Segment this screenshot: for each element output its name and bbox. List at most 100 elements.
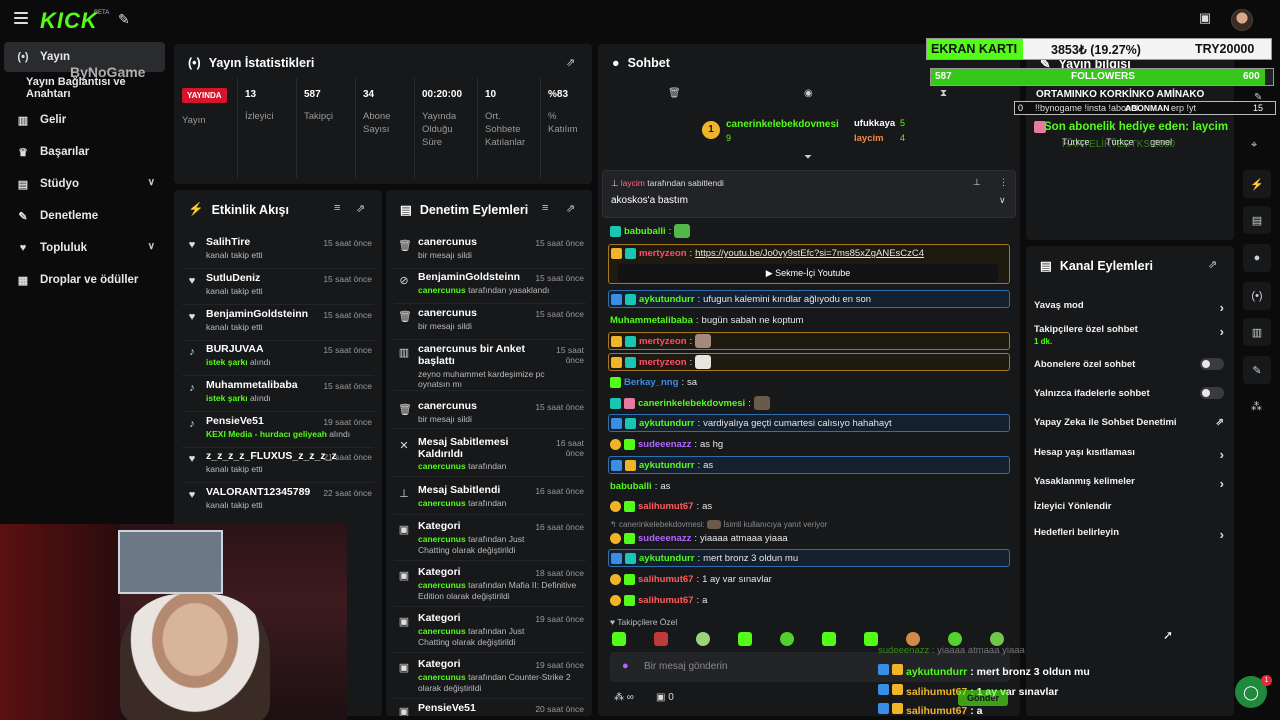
tv-icon[interactable]: ▣ (1196, 10, 1214, 28)
community-icon[interactable]: ⁂ (1251, 400, 1262, 413)
chat-message[interactable]: mertyzeon: (608, 332, 1010, 350)
chat-message[interactable]: babuballi: (608, 222, 1010, 240)
list-item[interactable]: ⊥ Mesaj Sabitlendi canercunus tarafından… (394, 482, 590, 514)
chat-message[interactable]: salihumut67: as (608, 497, 1010, 515)
subscribers-only-action[interactable]: Abonelere özel sohbet (1034, 358, 1224, 370)
popout-icon[interactable]: ⇗ (566, 202, 580, 216)
pin-icon[interactable]: ⊥ (973, 177, 981, 188)
chat-message[interactable]: salihumut67: a (608, 591, 1010, 609)
list-item[interactable]: ⊘ BenjaminGoldsteinn canercunus tarafınd… (394, 269, 590, 301)
banned-words-action[interactable]: Yasaklanmış kelimeler › (1034, 476, 1224, 491)
list-icon[interactable]: ▥ (1243, 318, 1271, 346)
emote-icon[interactable] (780, 632, 794, 646)
chat-message[interactable]: aykutundurr: vardiyalıya geçti cumartesi… (608, 414, 1010, 432)
list-item[interactable]: ▣ Kategori canercunus tarafından Mafia I… (394, 564, 590, 608)
hourglass-icon[interactable]: ⧗ (940, 88, 947, 99)
collapse-icon[interactable]: ⏷ (804, 152, 812, 163)
youtube-embed-button[interactable]: ▶ Sekme-İçi Youtube (618, 264, 998, 282)
emote-icon[interactable] (738, 632, 752, 646)
emote-icon[interactable] (696, 632, 710, 646)
sidebar-item-topluluk[interactable]: ♥ Topluluk ∨ (4, 233, 165, 263)
list-item[interactable]: ♪ PensieVe51 KEXI Media - hurdacı geliye… (182, 413, 378, 445)
chat-link[interactable]: https://youtu.be/Jo0vy9stEfc?si=7ms85xZg… (695, 248, 924, 259)
chat-message[interactable]: sudeeenazz: as hg (608, 435, 1010, 453)
list-item[interactable]: ▣ Kategori canercunus tarafından Counter… (394, 656, 590, 700)
chevron-down-icon[interactable]: ∨ (999, 195, 1006, 206)
popout-icon[interactable]: ⇗ (566, 56, 580, 70)
chat-message[interactable]: sudeeenazz: yiaaaa atmaaa yiaaa (608, 529, 1010, 547)
list-item[interactable]: ▥ canercunus bir Anket başlattı zeyno mu… (394, 341, 590, 389)
list-item[interactable]: ▣ Kategori canercunus tarafından Just Ch… (394, 610, 590, 654)
followers-only-action[interactable]: Takipçilere özel sohbet 1 dk. › (1034, 324, 1224, 346)
edit-icon[interactable]: ✎ (1254, 92, 1262, 103)
chat-message[interactable]: aykutundurr: as (608, 456, 1010, 474)
account-age-action[interactable]: Hesap yaşı kısıtlaması › (1034, 447, 1224, 462)
emote-icon[interactable] (948, 632, 962, 646)
pinned-message[interactable]: ⊥ laycim tarafından sabitlendi akoskos'a… (602, 170, 1016, 218)
community-icon[interactable]: ⁂ ∞ (614, 692, 634, 703)
chat-message[interactable]: aykutundurr: mert bronz 3 oldun mu (608, 549, 1010, 567)
emotes-only-action[interactable]: Yalnızca ifadelerle sohbet (1034, 387, 1224, 399)
menu-icon[interactable] (14, 12, 28, 24)
emote-icon[interactable] (612, 632, 626, 646)
list-item[interactable]: ♥ SalihTire kanalı takip etti 15 saat ön… (182, 234, 378, 266)
raid-action[interactable]: İzleyici Yönlendir (1034, 501, 1224, 512)
list-item[interactable]: ✕ Mesaj Sabitlemesi Kaldırıldı canercunu… (394, 434, 590, 474)
chat-bubble-icon[interactable]: ◉ (804, 88, 813, 99)
trash-icon[interactable]: 🗑 (668, 88, 681, 99)
list-item[interactable]: ▣ Kategori canercunus tarafından Just Ch… (394, 518, 590, 562)
list-item[interactable]: 🗑 canercunus bir mesajı sildi 15 saat ön… (394, 305, 590, 337)
points-display[interactable]: ▣ 0 (656, 692, 674, 703)
list-item[interactable]: ♪ BURJUVAA istek şarkı alındı 15 saat ön… (182, 341, 378, 373)
list-item[interactable]: ♥ SutluDeniz kanalı takip etti 15 saat ö… (182, 270, 378, 302)
chat-message[interactable]: mertyzeon: (608, 353, 1010, 371)
document-icon[interactable]: ▤ (1243, 206, 1271, 234)
chat-message[interactable]: canerinkelebekdovmesi: (608, 394, 1010, 412)
kick-logo[interactable]: KICK (40, 8, 98, 34)
list-item[interactable]: ▣ PensieVe51 20 saat önce (394, 700, 590, 716)
list-item[interactable]: ♪ Muhammetalibaba istek şarkı alındı 15 … (182, 377, 378, 409)
popout-icon[interactable]: ⇗ (356, 202, 370, 216)
list-item[interactable]: ♥ z_z_z_z_FLUXUS_z_z_z_z kanalı takip et… (182, 448, 378, 480)
emote-icon[interactable] (906, 632, 920, 646)
sidebar-item-gelir[interactable]: ▥ Gelir (4, 105, 165, 135)
more-icon[interactable]: ⋮ (999, 177, 1008, 188)
sidebar-item-droplar[interactable]: ▦ Droplar ve ödüller (4, 265, 165, 295)
chat-message[interactable]: Muhammetalibaba: bugün sabah ne koptum (608, 311, 1010, 329)
filter-icon[interactable]: ≡ (542, 202, 556, 216)
user-avatar[interactable] (1231, 9, 1253, 31)
list-item[interactable]: 🗑 canercunus bir mesajı sildi 15 saat ön… (394, 234, 590, 266)
tools-icon[interactable]: ✎ (118, 11, 134, 27)
chat-icon[interactable]: ● (1243, 244, 1271, 272)
item-time: 15 saat önce (535, 309, 584, 319)
target-icon[interactable]: ⌖ (1251, 139, 1257, 152)
chat-message[interactable]: babuballi: as (608, 477, 1010, 495)
chat-message[interactable]: salihumut67: 1 ay var sınavlar (608, 570, 1010, 588)
sidebar-item-denetleme[interactable]: ✎ Denetleme (4, 201, 165, 231)
list-item[interactable]: ♥ BenjaminGoldsteinn kanalı takip etti 1… (182, 306, 378, 338)
bolt-icon[interactable]: ⚡ (1243, 170, 1271, 198)
popout-icon[interactable]: ⇗ (1208, 258, 1222, 272)
list-item[interactable]: ♥ VALORANT12345789 kanalı takip etti 22 … (182, 484, 378, 516)
chat-message[interactable]: aykutundurr: ufugun kalemini kırıdlar ağ… (608, 290, 1010, 308)
sidebar-item-basarilar[interactable]: ♛ Başarılar (4, 137, 165, 167)
panel-title: ⚡ Etkinlik Akışı (188, 202, 289, 217)
item-sub: bir mesajı sildi (418, 321, 472, 331)
send-button[interactable]: Gönder (958, 690, 1008, 706)
chat-message[interactable]: Berkay_nng: sa (608, 373, 1010, 391)
emote-icon[interactable] (864, 632, 878, 646)
list-item[interactable]: 🗑 canercunus bir mesajı sildi 15 saat ön… (394, 398, 590, 430)
toggle[interactable] (1200, 387, 1224, 399)
sidebar-item-studyo[interactable]: ▤ Stüdyo ∨ (4, 169, 165, 199)
filter-icon[interactable]: ≡ (334, 202, 348, 216)
emote-icon[interactable] (822, 632, 836, 646)
ai-moderation-action[interactable]: Yapay Zeka ile Sohbet Denetimi ⇗ (1034, 417, 1224, 428)
slow-mode-action[interactable]: Yavaş mod › (1034, 300, 1224, 315)
wrench-icon[interactable]: ✎ (1243, 356, 1271, 384)
emote-icon[interactable] (654, 632, 668, 646)
emote-icon[interactable] (990, 632, 1004, 646)
toggle[interactable] (1200, 358, 1224, 370)
microphone-icon[interactable]: ● (622, 660, 629, 672)
broadcast-icon[interactable]: (•) (1243, 282, 1271, 310)
goals-action[interactable]: Hedefleri belirleyin › (1034, 527, 1224, 542)
